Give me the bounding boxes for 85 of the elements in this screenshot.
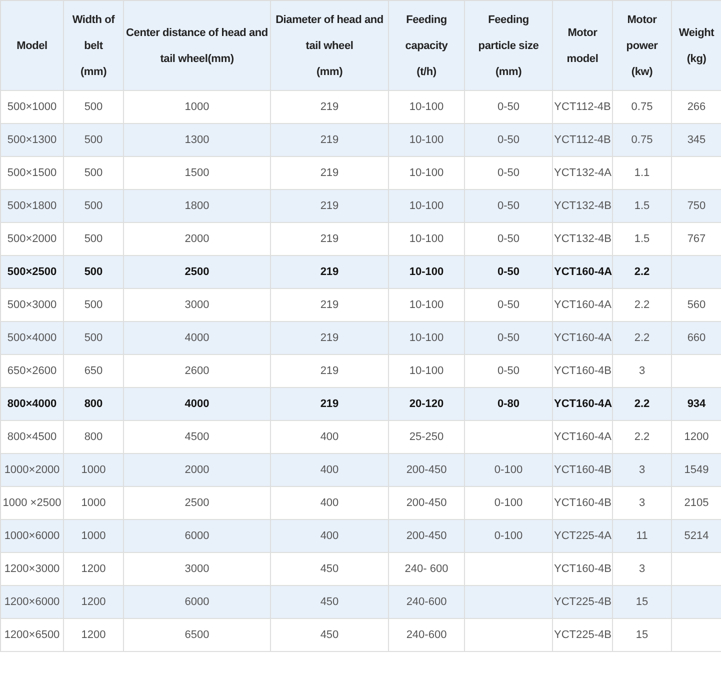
- table-cell: YCT160-4A: [552, 322, 612, 354]
- column-header: Model: [0, 0, 64, 90]
- table-cell: 800×4000: [0, 388, 64, 420]
- table-cell: 2500: [124, 256, 270, 288]
- table-cell: 219: [270, 124, 388, 156]
- table-cell: 500: [64, 322, 124, 354]
- table-cell: 500×4000: [0, 322, 64, 354]
- table-cell: 1.5: [612, 190, 672, 222]
- table-cell: 20-120: [388, 388, 464, 420]
- table-cell: YCT225-4B: [552, 618, 612, 652]
- table-cell: 5214: [672, 520, 721, 552]
- table-cell: 1000×2000: [0, 454, 64, 486]
- table-cell: 240-600: [388, 618, 464, 652]
- table-cell: YCT132-4B: [552, 190, 612, 222]
- table-cell: 6000: [124, 586, 270, 618]
- table-cell: 4000: [124, 388, 270, 420]
- table-cell: 10-100: [388, 124, 464, 156]
- column-header: Feeding particle size (mm): [464, 0, 552, 90]
- column-header: Motor model: [552, 0, 612, 90]
- table-cell: 4000: [124, 322, 270, 354]
- table-cell: 11: [612, 520, 672, 552]
- table-cell: 15: [612, 618, 672, 652]
- table-cell: 500: [64, 256, 124, 288]
- column-header: Feeding capacity (t/h): [388, 0, 464, 90]
- table-cell: 450: [270, 618, 388, 652]
- table-cell: 2.2: [612, 388, 672, 420]
- table-cell: YCT160-4A: [552, 388, 612, 420]
- table-cell: 400: [270, 454, 388, 486]
- table-cell: 345: [672, 124, 721, 156]
- table-cell: 500: [64, 124, 124, 156]
- column-header: Diameter of head and tail wheel (mm): [270, 0, 388, 90]
- table-cell: 500×1300: [0, 124, 64, 156]
- table-cell: 2.2: [612, 256, 672, 288]
- table-cell: 15: [612, 586, 672, 618]
- table-cell: 10-100: [388, 190, 464, 222]
- table-cell: 2.2: [612, 322, 672, 354]
- table-cell: YCT225-4A: [552, 520, 612, 552]
- table-cell: 2000: [124, 454, 270, 486]
- table-cell: 0-50: [464, 256, 552, 288]
- table-cell: 1300: [124, 124, 270, 156]
- table-cell: 0-50: [464, 322, 552, 354]
- table-cell: 1200×6500: [0, 618, 64, 652]
- table-cell: 1000: [64, 520, 124, 552]
- table-cell: 219: [270, 322, 388, 354]
- table-cell: 219: [270, 190, 388, 222]
- table-cell: 800: [64, 388, 124, 420]
- table-cell: YCT112-4B: [552, 124, 612, 156]
- table-cell: 200-450: [388, 454, 464, 486]
- table-cell: 400: [270, 520, 388, 552]
- column-header: Center distance of head and tail wheel(mm): [124, 0, 270, 90]
- table-cell: YCT160-4A: [552, 256, 612, 288]
- table-cell: 500×1800: [0, 190, 64, 222]
- table-cell: YCT160-4B: [552, 454, 612, 486]
- table-cell: 1000: [64, 454, 124, 486]
- table-cell: 1800: [124, 190, 270, 222]
- column-header: Width of belt (mm): [64, 0, 124, 90]
- table-cell: 0-50: [464, 190, 552, 222]
- table-cell: 10-100: [388, 322, 464, 354]
- table-cell: 934: [672, 388, 721, 420]
- table-cell: 1549: [672, 454, 721, 486]
- table-cell: 450: [270, 586, 388, 618]
- table-cell: 1200×6000: [0, 586, 64, 618]
- table-cell: YCT225-4B: [552, 586, 612, 618]
- table-cell: 750: [672, 190, 721, 222]
- column-header: Weight (kg): [672, 0, 721, 90]
- table-cell: 219: [270, 388, 388, 420]
- table-cell: 200-450: [388, 520, 464, 552]
- table-cell: 6500: [124, 618, 270, 652]
- table-cell: 1200: [64, 586, 124, 618]
- table-cell: 500×2500: [0, 256, 64, 288]
- table-cell: 0-100: [464, 520, 552, 552]
- table-cell: 3: [612, 454, 672, 486]
- table-cell: 1000×6000: [0, 520, 64, 552]
- table-cell: 10-100: [388, 256, 464, 288]
- table-cell: 1200: [64, 618, 124, 652]
- table-cell: 240-600: [388, 586, 464, 618]
- column-header: Motor power (kw): [612, 0, 672, 90]
- table-cell: 0-50: [464, 124, 552, 156]
- table-cell: 0-100: [464, 454, 552, 486]
- table-cell: 500: [64, 190, 124, 222]
- table-cell: 0.75: [612, 124, 672, 156]
- table-cell: 0-80: [464, 388, 552, 420]
- table-cell: 6000: [124, 520, 270, 552]
- table-cell: 219: [270, 256, 388, 288]
- table-cell: 660: [672, 322, 721, 354]
